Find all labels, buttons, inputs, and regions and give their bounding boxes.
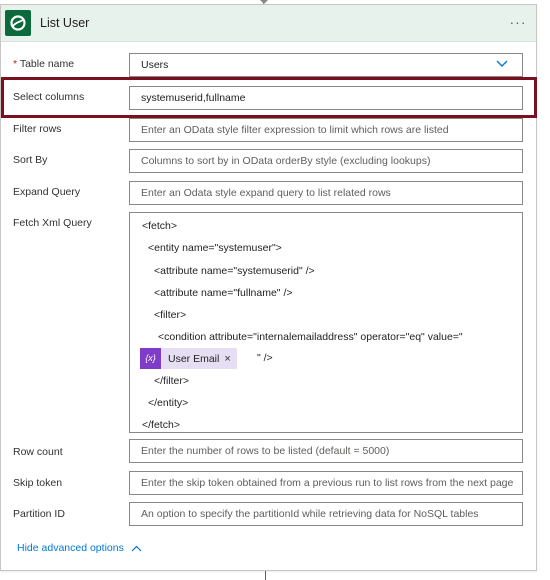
fetch-xml-label: Fetch Xml Query <box>13 217 92 229</box>
xml-line: </filter> <box>154 375 190 387</box>
action-title: List User <box>40 16 90 30</box>
xml-line: <fetch> <box>142 220 178 232</box>
xml-line: <attribute name="systemuserid" /> <box>154 265 315 277</box>
expand-query-label: Expand Query <box>13 186 81 198</box>
xml-line: <filter> <box>154 309 187 321</box>
expand-query-input[interactable]: Enter an Odata style expand query to lis… <box>129 181 523 205</box>
xml-line: <entity name="systemuser"> <box>148 242 282 254</box>
sort-by-label: Sort By <box>13 154 48 166</box>
filter-rows-input[interactable]: Enter an OData style filter expression t… <box>129 118 523 142</box>
flow-connector-bottom <box>265 571 266 580</box>
sort-by-placeholder: Columns to sort by in OData orderBy styl… <box>141 155 431 167</box>
row-count-placeholder: Enter the number of rows to be listed (d… <box>141 445 390 457</box>
sort-by-input[interactable]: Columns to sort by in OData orderBy styl… <box>129 149 523 173</box>
chevron-up-icon <box>131 545 142 551</box>
select-columns-label: Select columns <box>13 91 85 103</box>
fetch-xml-editor[interactable]: <fetch> <entity name="systemuser"> <attr… <box>129 212 523 433</box>
filter-rows-label: Filter rows <box>13 123 62 135</box>
row-count-input[interactable]: Enter the number of rows to be listed (d… <box>129 439 523 463</box>
token-label: User Email <box>168 352 220 365</box>
expand-query-placeholder: Enter an Odata style expand query to lis… <box>141 187 391 199</box>
xml-line: <condition attribute="internalemailaddre… <box>158 331 463 343</box>
action-header[interactable]: List User ··· <box>1 5 536 42</box>
required-mark: * <box>13 58 18 70</box>
xml-line: " /> <box>257 352 273 364</box>
skip-token-placeholder: Enter the skip token obtained from a pre… <box>141 477 514 489</box>
xml-line: </fetch> <box>142 419 180 431</box>
more-options-icon[interactable]: ··· <box>506 13 530 31</box>
dynamic-content-token[interactable]: {x} User Email × <box>140 348 237 369</box>
close-icon[interactable]: × <box>224 353 236 365</box>
partition-id-label: Partition ID <box>13 508 65 520</box>
hide-advanced-options-link[interactable]: Hide advanced options <box>17 542 142 554</box>
table-name-label: * Table name <box>13 58 74 70</box>
select-columns-input[interactable]: systemuserid,fullname <box>129 86 523 110</box>
skip-token-input[interactable]: Enter the skip token obtained from a pre… <box>129 471 523 495</box>
xml-line: </entity> <box>148 397 189 409</box>
expression-icon: {x} <box>140 348 161 369</box>
row-count-label: Row count <box>13 446 63 458</box>
table-name-dropdown[interactable]: Users <box>129 53 523 77</box>
partition-id-input[interactable]: An option to specify the partitionId whi… <box>129 502 523 526</box>
filter-rows-placeholder: Enter an OData style filter expression t… <box>141 124 449 136</box>
partition-id-placeholder: An option to specify the partitionId whi… <box>141 508 479 520</box>
xml-line: <attribute name="fullname" /> <box>154 287 293 299</box>
hide-advanced-label: Hide advanced options <box>17 542 124 554</box>
select-columns-value: systemuserid,fullname <box>141 92 246 104</box>
table-name-value: Users <box>141 59 169 71</box>
table-name-label-text: Table name <box>19 58 75 70</box>
chevron-down-icon <box>496 60 508 67</box>
skip-token-label: Skip token <box>13 477 63 489</box>
list-user-action-card: List User ··· * Table name Users Select … <box>0 4 537 571</box>
dataverse-logo-icon <box>5 10 31 36</box>
